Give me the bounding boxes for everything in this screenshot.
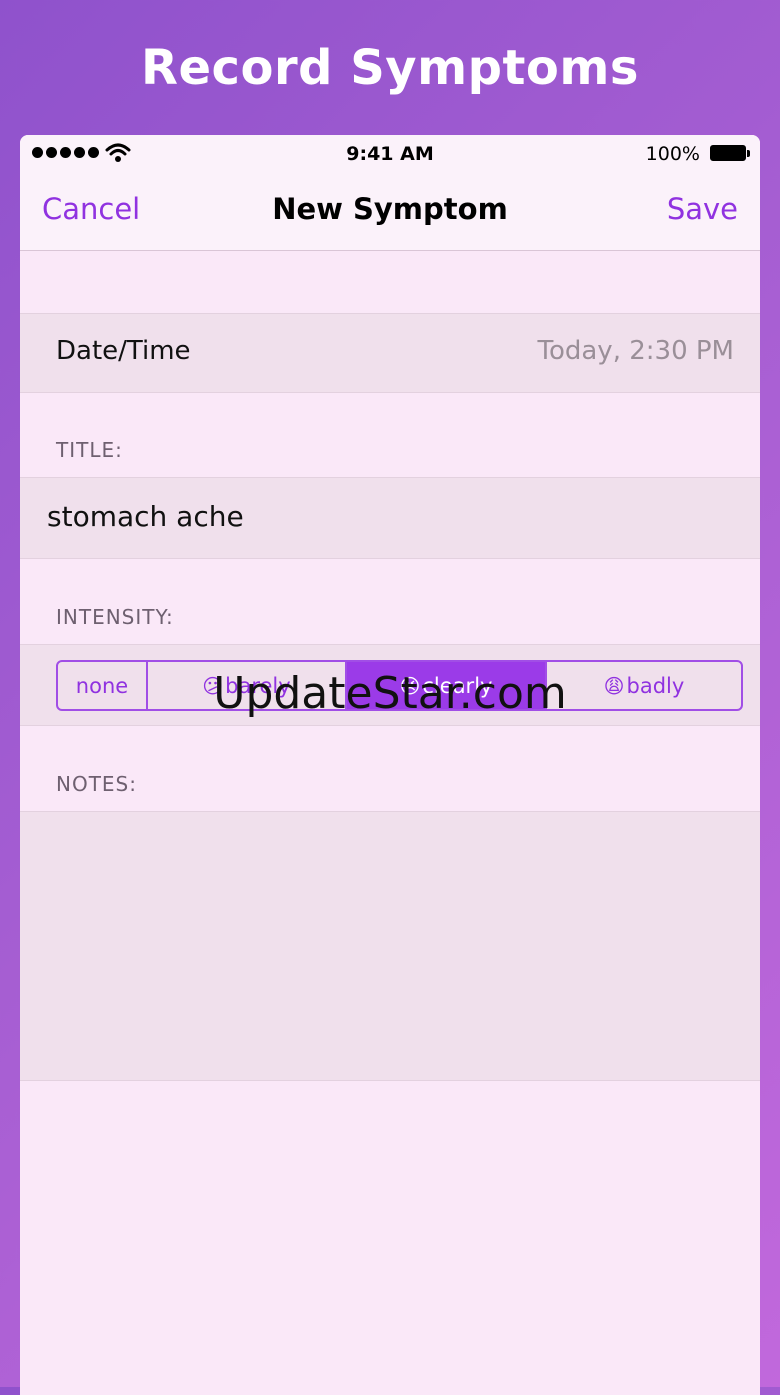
date-time-label: Date/Time [56,336,191,366]
banner-title: Record Symptoms [141,40,639,96]
battery-icon [710,145,750,163]
battery-percent: 100% [645,143,700,165]
page-title: New Symptom [272,192,508,226]
save-button[interactable]: Save [667,192,738,226]
notes-textarea[interactable] [20,811,760,1081]
date-time-value: Today, 2:30 PM [537,336,735,366]
notes-section-header: NOTES: [56,772,137,796]
title-value: stomach ache [47,500,244,533]
status-bar: 9:41 AM 100% [20,135,760,175]
watermark: UpdateStar.com [213,668,567,719]
date-time-row[interactable]: Date/Time Today, 2:30 PM [20,313,760,393]
navigation-bar: Cancel New Symptom Save [20,175,760,251]
title-field[interactable]: stomach ache [20,477,760,559]
title-section-header: TITLE: [56,438,123,462]
intensity-section-header: INTENSITY: [56,605,174,629]
phone-screen: 9:41 AM 100% Cancel New Symptom Save Dat… [20,135,760,1395]
